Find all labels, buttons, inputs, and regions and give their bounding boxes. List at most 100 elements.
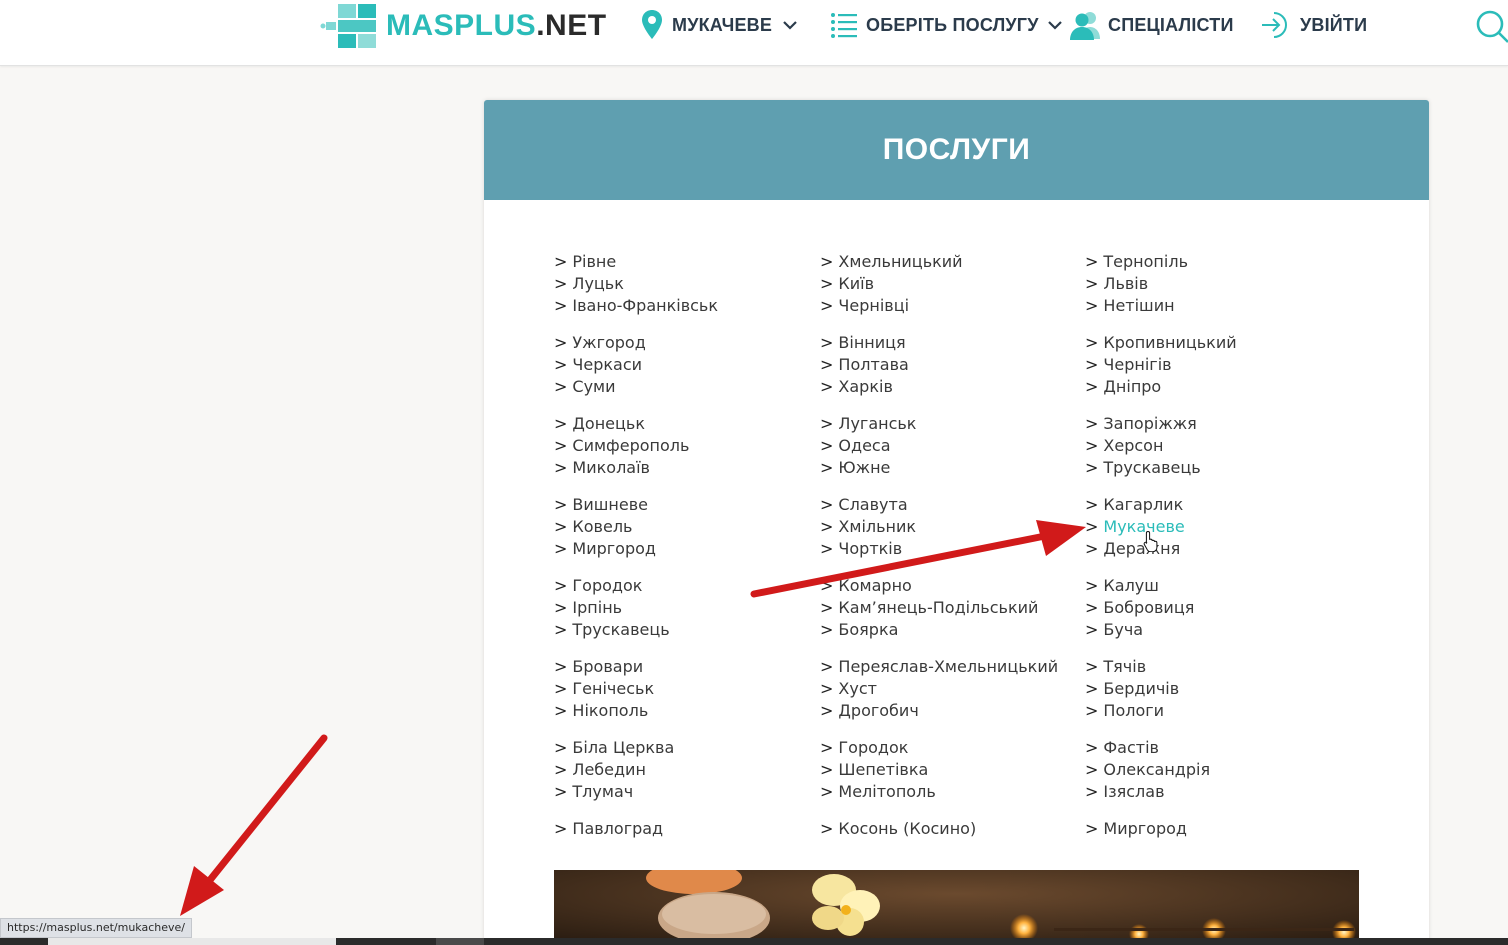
city-link-label: Ірпінь <box>572 598 623 617</box>
city-link[interactable]: > Нетішин <box>1085 295 1345 317</box>
city-link[interactable]: > Бердичів <box>1085 678 1345 700</box>
city-link[interactable]: > Переяслав-Хмельницький <box>820 656 1080 678</box>
city-link[interactable]: > Ковель <box>554 516 814 538</box>
city-link-label: Бердичів <box>1103 679 1180 698</box>
city-link-label: Суми <box>572 377 616 396</box>
city-link[interactable]: > Южне <box>820 457 1080 479</box>
city-link[interactable]: > Миргород <box>554 538 814 560</box>
city-link[interactable]: > Городок <box>554 575 814 597</box>
city-link[interactable]: > Ужгород <box>554 332 814 354</box>
city-group: > Біла Церква > Лебедин > Тлумач <box>554 737 814 803</box>
city-link[interactable]: > Мукачеве <box>1085 516 1345 538</box>
city-link[interactable]: > Трускавець <box>1085 457 1345 479</box>
city-link[interactable]: > Пологи <box>1085 700 1345 722</box>
login-link[interactable]: УВІЙТИ <box>1260 8 1367 42</box>
city-link[interactable]: > Ірпінь <box>554 597 814 619</box>
city-link-label: Кагарлик <box>1103 495 1184 514</box>
services-panel-header: ПОСЛУГИ <box>484 100 1429 200</box>
city-link[interactable]: > Дніпро <box>1085 376 1345 398</box>
city-link[interactable]: > Біла Церква <box>554 737 814 759</box>
city-link[interactable]: > Чернігів <box>1085 354 1345 376</box>
city-link[interactable]: > Миргород <box>1085 818 1345 840</box>
city-link[interactable]: > Хмельницький <box>820 251 1080 273</box>
city-link[interactable]: > Калуш <box>1085 575 1345 597</box>
city-link[interactable]: > Чернівці <box>820 295 1080 317</box>
city-link[interactable]: > Луцьк <box>554 273 814 295</box>
login-arrow-icon <box>1260 10 1290 40</box>
city-column: > Тернопіль > Львів > Нетішин > Кропивницький > Ч… <box>1085 251 1345 855</box>
city-link[interactable]: > Харків <box>820 376 1080 398</box>
city-link[interactable]: > Симферополь <box>554 435 814 457</box>
city-link-label: Лебедин <box>572 760 646 779</box>
taskbar-item[interactable] <box>436 938 484 945</box>
city-link[interactable]: > Буча <box>1085 619 1345 641</box>
city-link-label: Тернопіль <box>1103 252 1188 271</box>
city-link[interactable]: > Черкаси <box>554 354 814 376</box>
city-link[interactable]: > Кропивницький <box>1085 332 1345 354</box>
page-title: ПОСЛУГИ <box>882 133 1031 166</box>
city-link[interactable]: > Косонь (Косино) <box>820 818 1080 840</box>
city-link[interactable]: > Трускавець <box>554 619 814 641</box>
city-group: > Запоріжжя > Херсон > Трускавець <box>1085 413 1345 479</box>
city-link[interactable]: > Львів <box>1085 273 1345 295</box>
city-link[interactable]: > Хмільник <box>820 516 1080 538</box>
city-link[interactable]: > Городок <box>820 737 1080 759</box>
city-link[interactable]: > Івано-Франківськ <box>554 295 814 317</box>
city-group: > Славута > Хмільник > Чортків <box>820 494 1080 560</box>
city-link[interactable]: > Полтава <box>820 354 1080 376</box>
city-link[interactable]: > Миколаїв <box>554 457 814 479</box>
city-link-label: Запоріжжя <box>1103 414 1197 433</box>
city-link[interactable]: > Рівне <box>554 251 814 273</box>
city-link[interactable]: > Дрогобич <box>820 700 1080 722</box>
city-link[interactable]: > Ізяслав <box>1085 781 1345 803</box>
city-link-label: Хмельницький <box>838 252 963 271</box>
city-link[interactable]: > Нікополь <box>554 700 814 722</box>
taskbar-item[interactable] <box>48 938 336 945</box>
city-link[interactable]: > Херсон <box>1085 435 1345 457</box>
city-link-label: Бобровиця <box>1103 598 1195 617</box>
city-link[interactable]: > Лебедин <box>554 759 814 781</box>
city-link[interactable]: > Кам’янець-Подільський <box>820 597 1080 619</box>
city-link[interactable]: > Деражня <box>1085 538 1345 560</box>
city-link[interactable]: > Київ <box>820 273 1080 295</box>
city-link-label: Біла Церква <box>572 738 675 757</box>
city-link[interactable]: > Шепетівка <box>820 759 1080 781</box>
services-menu[interactable]: ОБЕРІТЬ ПОСЛУГУ <box>830 8 1063 42</box>
city-link[interactable]: > Суми <box>554 376 814 398</box>
city-link-label: Рівне <box>572 252 617 271</box>
city-link[interactable]: > Боярка <box>820 619 1080 641</box>
city-link-prefix: > <box>820 495 834 514</box>
city-link-prefix: > <box>820 701 834 720</box>
city-link[interactable]: > Бобровиця <box>1085 597 1345 619</box>
city-link-prefix: > <box>1085 539 1099 558</box>
site-logo[interactable]: MASPLUS.NET <box>320 2 607 50</box>
city-group: > Тячів > Бердичів > Пологи <box>1085 656 1345 722</box>
city-link-prefix: > <box>554 620 568 639</box>
city-selector[interactable]: МУКАЧЕВЕ <box>640 8 798 42</box>
city-link[interactable]: > Луганськ <box>820 413 1080 435</box>
city-link[interactable]: > Славута <box>820 494 1080 516</box>
city-link-label: Косонь (Косино) <box>838 819 977 838</box>
city-link[interactable]: > Комарно <box>820 575 1080 597</box>
city-link[interactable]: > Хуст <box>820 678 1080 700</box>
city-link[interactable]: > Запоріжжя <box>1085 413 1345 435</box>
city-link[interactable]: > Одеса <box>820 435 1080 457</box>
city-link[interactable]: > Павлоград <box>554 818 814 840</box>
city-link[interactable]: > Тернопіль <box>1085 251 1345 273</box>
city-link[interactable]: > Фастів <box>1085 737 1345 759</box>
city-link[interactable]: > Вінниця <box>820 332 1080 354</box>
city-link[interactable]: > Олександрія <box>1085 759 1345 781</box>
city-link[interactable]: > Вишневе <box>554 494 814 516</box>
city-link[interactable]: > Бровари <box>554 656 814 678</box>
city-group: > Миргород <box>1085 818 1345 840</box>
city-link[interactable]: > Кагарлик <box>1085 494 1345 516</box>
search-icon[interactable] <box>1474 8 1508 44</box>
city-link[interactable]: > Донецьк <box>554 413 814 435</box>
city-link[interactable]: > Тячів <box>1085 656 1345 678</box>
city-link-label: Дрогобич <box>838 701 919 720</box>
city-link[interactable]: > Тлумач <box>554 781 814 803</box>
city-link[interactable]: > Мелітополь <box>820 781 1080 803</box>
city-link[interactable]: > Чортків <box>820 538 1080 560</box>
specialists-link[interactable]: СПЕЦІАЛІСТИ <box>1068 8 1234 42</box>
city-link[interactable]: > Генічеськ <box>554 678 814 700</box>
